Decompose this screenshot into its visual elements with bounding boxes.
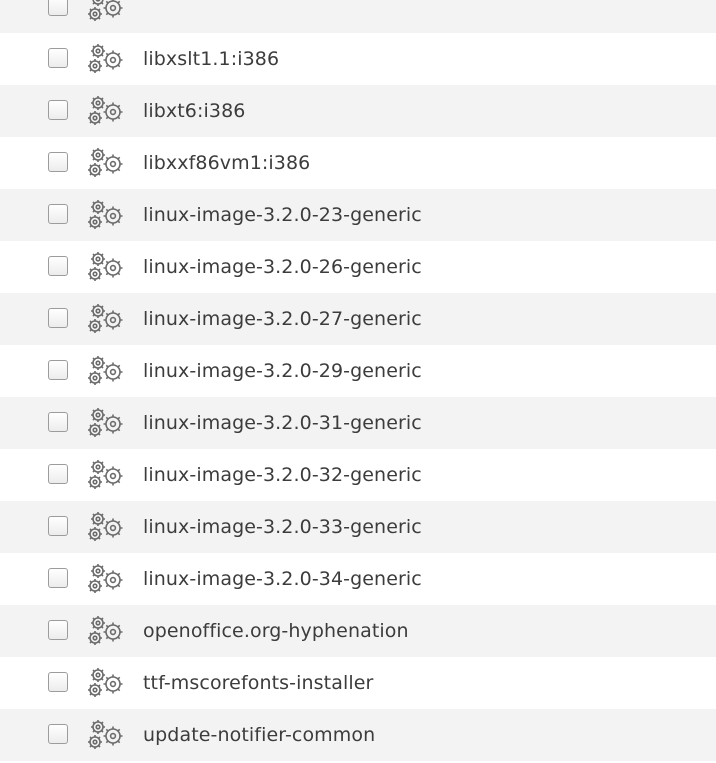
package-name: linux-image-3.2.0-31-generic <box>143 412 422 434</box>
package-row[interactable]: linux-image-3.2.0-32-generic <box>0 449 716 501</box>
package-checkbox[interactable] <box>48 0 68 16</box>
package-checkbox[interactable] <box>48 672 68 692</box>
gears-icon <box>86 146 126 180</box>
gears-icon <box>86 354 126 388</box>
package-checkbox[interactable] <box>48 568 68 588</box>
package-checkbox[interactable] <box>48 724 68 744</box>
package-checkbox[interactable] <box>48 256 68 276</box>
package-checkbox[interactable] <box>48 412 68 432</box>
gears-icon <box>86 0 126 24</box>
gears-icon <box>86 718 126 752</box>
gears-icon <box>86 562 126 596</box>
gears-icon <box>86 250 126 284</box>
package-name: libxt6:i386 <box>143 100 246 122</box>
package-name: linux-image-3.2.0-26-generic <box>143 256 422 278</box>
package-checkbox[interactable] <box>48 204 68 224</box>
package-checkbox[interactable] <box>48 308 68 328</box>
package-name: libxxf86vm1:i386 <box>143 152 311 174</box>
gears-icon <box>86 198 126 232</box>
package-name: ttf-mscorefonts-installer <box>143 672 374 694</box>
package-row[interactable]: linux-image-3.2.0-29-generic <box>0 345 716 397</box>
package-row[interactable]: linux-image-3.2.0-34-generic <box>0 553 716 605</box>
package-list: libxslt1.1:i386 libxt6:i386 libxxf86vm1:… <box>0 0 716 761</box>
package-name: linux-image-3.2.0-29-generic <box>143 360 422 382</box>
package-checkbox[interactable] <box>48 360 68 380</box>
gears-icon <box>86 510 126 544</box>
package-row[interactable]: update-notifier-common <box>0 709 716 761</box>
package-row[interactable]: openoffice.org-hyphenation <box>0 605 716 657</box>
gears-icon <box>86 614 126 648</box>
package-name: linux-image-3.2.0-27-generic <box>143 308 422 330</box>
package-name: linux-image-3.2.0-23-generic <box>143 204 422 226</box>
package-name: update-notifier-common <box>143 724 376 746</box>
gears-icon <box>86 406 126 440</box>
package-row[interactable] <box>0 0 716 33</box>
package-row[interactable]: linux-image-3.2.0-31-generic <box>0 397 716 449</box>
package-checkbox[interactable] <box>48 464 68 484</box>
package-checkbox[interactable] <box>48 100 68 120</box>
package-checkbox[interactable] <box>48 516 68 536</box>
gears-icon <box>86 302 126 336</box>
package-row[interactable]: linux-image-3.2.0-23-generic <box>0 189 716 241</box>
package-row[interactable]: linux-image-3.2.0-27-generic <box>0 293 716 345</box>
package-row[interactable]: linux-image-3.2.0-33-generic <box>0 501 716 553</box>
gears-icon <box>86 458 126 492</box>
package-name: libxslt1.1:i386 <box>143 48 280 70</box>
package-checkbox[interactable] <box>48 152 68 172</box>
package-checkbox[interactable] <box>48 48 68 68</box>
gears-icon <box>86 666 126 700</box>
package-row[interactable]: linux-image-3.2.0-26-generic <box>0 241 716 293</box>
gears-icon <box>86 94 126 128</box>
package-name: openoffice.org-hyphenation <box>143 620 409 642</box>
gears-icon <box>86 42 126 76</box>
package-name: linux-image-3.2.0-34-generic <box>143 568 422 590</box>
package-checkbox[interactable] <box>48 620 68 640</box>
package-name: linux-image-3.2.0-32-generic <box>143 464 422 486</box>
package-row[interactable]: libxslt1.1:i386 <box>0 33 716 85</box>
package-row[interactable]: ttf-mscorefonts-installer <box>0 657 716 709</box>
package-row[interactable]: libxt6:i386 <box>0 85 716 137</box>
package-row[interactable]: libxxf86vm1:i386 <box>0 137 716 189</box>
package-name: linux-image-3.2.0-33-generic <box>143 516 422 538</box>
